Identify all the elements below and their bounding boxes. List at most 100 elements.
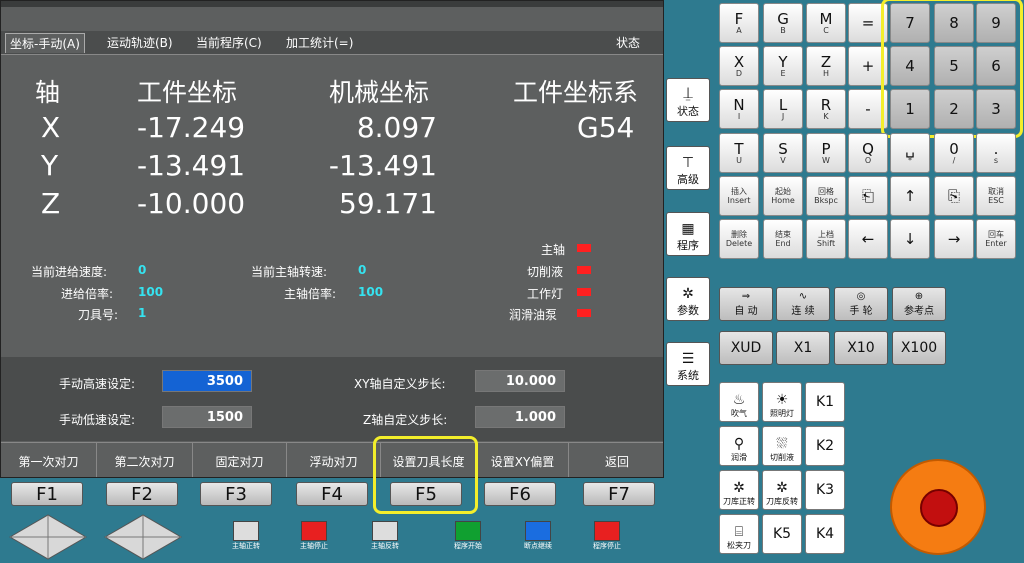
k2-key[interactable]: K2 [805,426,845,466]
spindle-stop-button[interactable]: 主轴停止 [299,517,329,551]
softkey-fixed-tool-set[interactable]: 固定对刀 [193,443,287,477]
spindle-override-dial[interactable] [103,513,183,561]
lube-button[interactable]: ⚲ 润滑 [719,426,759,466]
k3-key[interactable]: K3 [805,470,845,510]
side-parameter-button[interactable]: ✲ 参数 [666,277,710,321]
spindle-speed-label: 当前主轴转速: [251,265,328,279]
key-arrow-down[interactable]: ↓ [890,219,930,259]
spindle-stop-icon [301,521,327,541]
key-arrow-up[interactable]: ↑ [890,176,930,216]
f1-key[interactable]: F1 [11,482,83,506]
key-q[interactable]: QO [848,133,888,173]
indicator-spindle-led [577,244,591,252]
key-page-icon[interactable]: ⎗ [848,176,888,216]
key-home[interactable]: 起始 Home [763,176,803,216]
light-icon: ☀ [775,392,789,408]
lighting-button[interactable]: ☀ 照明灯 [762,382,802,422]
softkey-first-tool-set[interactable]: 第一次对刀 [1,443,97,477]
manual-low-input[interactable]: 1500 [162,406,252,428]
z-step-input[interactable]: 1.000 [475,406,565,428]
spindle-cw-button[interactable]: 主轴正转 [231,517,261,551]
side-system-button[interactable]: ☰ 系统 [666,342,710,386]
magazine-cw-button[interactable]: ✲ 刀库正转 [719,470,759,510]
program-stop-icon [594,521,620,541]
key-y[interactable]: YE [763,46,803,86]
machine-z: 59.171 [339,187,437,220]
program-stop-button[interactable]: 程序停止 [592,517,622,551]
key-shift[interactable]: 上档 Shift [806,219,846,259]
mode-handwheel-button[interactable]: ◎ 手 轮 [834,287,888,321]
mode-auto-button[interactable]: ⇒ 自 动 [719,287,773,321]
key-n[interactable]: NI [719,89,759,129]
mult-x10-button[interactable]: X10 [834,331,888,365]
f7-key[interactable]: F7 [583,482,655,506]
key-enter[interactable]: 回车 Enter [976,219,1016,259]
indicator-worklight-label: 工作灯 [527,287,564,301]
key-end[interactable]: 结束 End [763,219,803,259]
coolant-button[interactable]: ⛆ 切削液 [762,426,802,466]
key-arrow-left[interactable]: ← [848,219,888,259]
manual-high-input[interactable]: 3500 [162,370,252,392]
tab-coords-manual[interactable]: 坐标-手动(A) [5,33,85,53]
f2-key[interactable]: F2 [106,482,178,506]
tab-current-program[interactable]: 当前程序(C) [196,34,262,51]
emergency-stop-button[interactable] [890,459,986,555]
k1-key[interactable]: K1 [805,382,845,422]
axis-x: X [41,111,61,144]
key-esc[interactable]: 取消 ESC [976,176,1016,216]
key-insert[interactable]: 插入 Insert [719,176,759,216]
indicator-spindle-label: 主轴 [541,243,566,257]
key-arrow-right[interactable]: → [934,219,974,259]
key-dot[interactable]: .s [976,133,1016,173]
key-x[interactable]: XD [719,46,759,86]
air-blow-button[interactable]: ♨ 吹气 [719,382,759,422]
softkey-return[interactable]: 返回 [569,443,663,477]
header-work-coords: 工件坐标 [137,78,238,107]
key-m[interactable]: MC [806,3,846,43]
softkey-floating-tool-set[interactable]: 浮动对刀 [287,443,381,477]
tab-statistics[interactable]: 加工统计(=) [286,34,353,51]
key-page-down[interactable]: ⎘ [934,176,974,216]
key-space[interactable]: ␣ * [890,133,930,173]
key-z[interactable]: ZH [806,46,846,86]
k5-key[interactable]: K5 [762,514,802,554]
cnc-screen: 坐标-手动(A) 运动轨迹(B) 当前程序(C) 加工统计(=) 状态 轴 工件… [0,0,664,478]
key-l[interactable]: LJ [763,89,803,129]
spindle-ccw-button[interactable]: 主轴反转 [370,517,400,551]
key-t[interactable]: TU [719,133,759,173]
key-f[interactable]: FA [719,3,759,43]
mult-x1-button[interactable]: X1 [776,331,830,365]
tab-motion-track[interactable]: 运动轨迹(B) [107,34,173,51]
k4-key[interactable]: K4 [805,514,845,554]
side-program-button[interactable]: ▦ 程序 [666,212,710,256]
side-advanced-button[interactable]: ⊤ 高级 [666,146,710,190]
softkey-second-tool-set[interactable]: 第二次对刀 [97,443,193,477]
softkey-set-xy-offset[interactable]: 设置XY偏置 [477,443,569,477]
mult-xud-button[interactable]: XUD [719,331,773,365]
breakpoint-resume-button[interactable]: 断点继续 [523,517,553,551]
key-s[interactable]: SV [763,133,803,173]
feed-override-dial[interactable] [8,513,88,561]
side-status-button[interactable]: ⍊ 状态 [666,78,710,122]
f4-key[interactable]: F4 [296,482,368,506]
spindle-rate-value: 100 [358,285,384,299]
feed-speed-label: 当前进给速度: [31,265,108,279]
key-backspace[interactable]: 回格 Bkspc [806,176,846,216]
xy-step-input[interactable]: 10.000 [475,370,565,392]
key-0[interactable]: 0/ [934,133,974,173]
f6-key[interactable]: F6 [484,482,556,506]
key-r[interactable]: RK [806,89,846,129]
key-delete[interactable]: 删除 Delete [719,219,759,259]
mode-continuous-button[interactable]: ∿ 连 续 [776,287,830,321]
program-start-button[interactable]: 程序开始 [453,517,483,551]
key-p[interactable]: PW [806,133,846,173]
mult-x100-button[interactable]: X100 [892,331,946,365]
f3-key[interactable]: F3 [200,482,272,506]
arrow-down-icon: ↓ [903,230,917,248]
indicator-worklight-led [577,288,591,296]
magazine-ccw-button[interactable]: ✲ 刀库反转 [762,470,802,510]
breakpoint-resume-icon [525,521,551,541]
key-g[interactable]: GB [763,3,803,43]
mode-reference-button[interactable]: ⊕ 参考点 [892,287,946,321]
tool-clamp-button[interactable]: ⌸ 松夹刀 [719,514,759,554]
